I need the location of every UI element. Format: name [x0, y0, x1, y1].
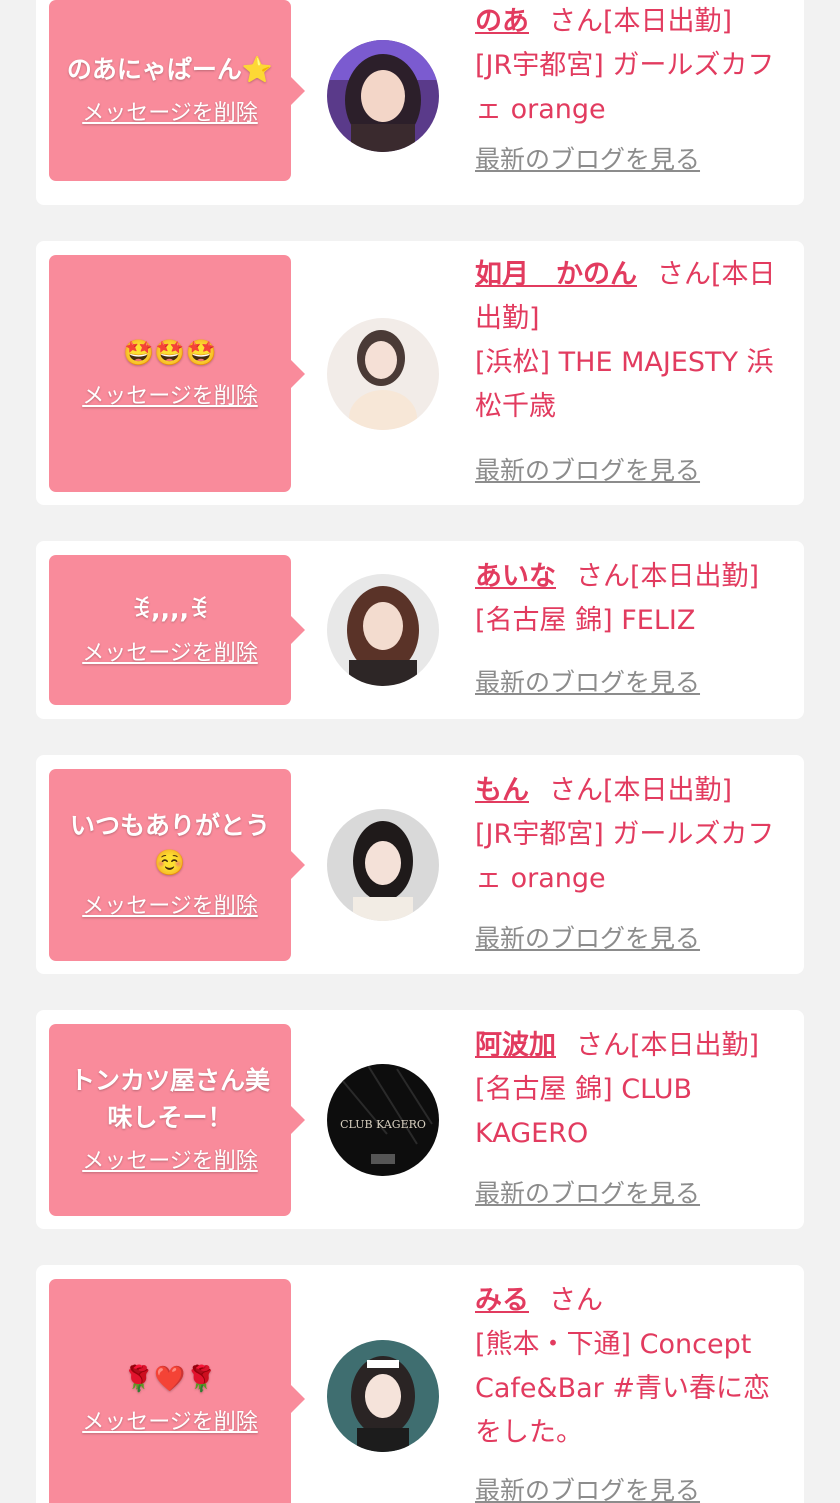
cast-name-link[interactable]: もん	[475, 775, 529, 806]
latest-blog-link[interactable]: 最新のブログを見る	[475, 142, 700, 178]
delete-message-link[interactable]: メッセージを削除	[82, 891, 258, 923]
latest-blog-link[interactable]: 最新のブログを見る	[475, 1473, 700, 1503]
cast-info: 阿波加 さん[本日出勤] [名古屋 錦] CLUB KAGERO 最新のブログを見…	[475, 1024, 785, 1216]
cast-status: さん[本日出勤]	[576, 561, 760, 592]
cast-card: いつもありがとう☺️ メッセージを削除 もん さん[本日出勤] [JR宇都宮] ガ…	[36, 755, 804, 974]
shop-name: [浜松] THE MAJESTY 浜松千歳	[475, 347, 774, 422]
shop-name: [熊本・下通] Concept Cafe&Bar #青い春に恋をした。	[475, 1329, 770, 1448]
message-text: のあにゃぱーん⭐	[66, 55, 274, 84]
shop-name: [名古屋 錦] FELIZ	[475, 605, 696, 636]
cast-status: さん[本日出勤]	[549, 6, 733, 37]
avatar[interactable]	[327, 809, 439, 921]
cast-description: あいな さん[本日出勤] [名古屋 錦] FELIZ	[475, 555, 785, 643]
cast-name-link[interactable]: みる	[475, 1285, 529, 1316]
avatar[interactable]	[327, 1340, 439, 1452]
message-text: 🤩🤩🤩	[123, 338, 217, 367]
cast-info: もん さん[本日出勤] [JR宇都宮] ガールズカフェ orange 最新のブログ…	[475, 769, 785, 961]
shop-name: [名古屋 錦] CLUB KAGERO	[475, 1074, 693, 1149]
message-text: いつもありがとう☺️	[69, 811, 270, 877]
avatar-logo-text: CLUB KAGERO	[340, 1118, 426, 1131]
cast-status: さん	[549, 1285, 603, 1316]
cast-status: さん[本日出勤]	[576, 1030, 760, 1061]
cast-description: 阿波加 さん[本日出勤] [名古屋 錦] CLUB KAGERO	[475, 1024, 785, 1156]
favorites-list: のあにゃぱーん⭐ メッセージを削除 のあ さん[本日出勤] [JR宇都宮] ガール…	[0, 0, 840, 1503]
message-bubble: のあにゃぱーん⭐ メッセージを削除	[49, 0, 305, 181]
cast-info: のあ さん[本日出勤] [JR宇都宮] ガールズカフェ orange 最新のブログ…	[475, 0, 785, 190]
cast-status: さん[本日出勤]	[549, 775, 733, 806]
latest-blog-link[interactable]: 最新のブログを見る	[475, 1176, 700, 1212]
message-bubble: トンカツ屋さん美味しそー！ メッセージを削除	[49, 1024, 305, 1216]
cast-description: もん さん[本日出勤] [JR宇都宮] ガールズカフェ orange	[475, 769, 785, 901]
shop-name: [JR宇都宮] ガールズカフェ orange	[475, 819, 775, 894]
cast-card: ꉂ,,,,ꉂ メッセージを削除 あいな さん[本日出勤] [名古屋 錦] FELI…	[36, 541, 804, 719]
message-text: トンカツ屋さん美味しそー！	[69, 1066, 270, 1132]
delete-message-link[interactable]: メッセージを削除	[82, 381, 258, 413]
avatar[interactable]	[327, 40, 439, 152]
delete-message-link[interactable]: メッセージを削除	[82, 98, 258, 130]
message-text: 🌹❤️🌹	[123, 1363, 217, 1393]
shop-name: [JR宇都宮] ガールズカフェ orange	[475, 50, 775, 125]
delete-message-link[interactable]: メッセージを削除	[82, 1407, 258, 1439]
latest-blog-link[interactable]: 最新のブログを見る	[475, 453, 700, 489]
cast-card: 🌹❤️🌹 メッセージを削除 みる さん [熊本・下通] Concept Cafe&…	[36, 1265, 804, 1503]
cast-info: 如月 かのん さん[本日出勤] [浜松] THE MAJESTY 浜松千歳 最新の…	[475, 253, 785, 493]
latest-blog-link[interactable]: 最新のブログを見る	[475, 921, 700, 957]
cast-name-link[interactable]: のあ	[475, 6, 529, 37]
avatar[interactable]: CLUB KAGERO	[327, 1064, 439, 1176]
cast-info: あいな さん[本日出勤] [名古屋 錦] FELIZ 最新のブログを見る	[475, 555, 785, 705]
message-bubble: いつもありがとう☺️ メッセージを削除	[49, 769, 305, 961]
cast-description: 如月 かのん さん[本日出勤] [浜松] THE MAJESTY 浜松千歳	[475, 253, 785, 429]
delete-message-link[interactable]: メッセージを削除	[82, 1146, 258, 1178]
message-bubble: 🌹❤️🌹 メッセージを削除	[49, 1279, 305, 1503]
message-bubble: 🤩🤩🤩 メッセージを削除	[49, 255, 305, 492]
cast-card: のあにゃぱーん⭐ メッセージを削除 のあ さん[本日出勤] [JR宇都宮] ガール…	[36, 0, 804, 205]
cast-card: 🤩🤩🤩 メッセージを削除 如月 かのん さん[本日出勤] [浜松] THE MAJ…	[36, 241, 804, 505]
avatar[interactable]	[327, 574, 439, 686]
cast-description: のあ さん[本日出勤] [JR宇都宮] ガールズカフェ orange	[475, 0, 785, 132]
cast-name-link[interactable]: あいな	[475, 561, 556, 592]
cast-info: みる さん [熊本・下通] Concept Cafe&Bar #青い春に恋をした。…	[475, 1279, 785, 1503]
delete-message-link[interactable]: メッセージを削除	[82, 638, 258, 670]
cast-name-link[interactable]: 如月 かのん	[475, 259, 637, 290]
cast-name-link[interactable]: 阿波加	[475, 1030, 556, 1061]
avatar[interactable]	[327, 318, 439, 430]
latest-blog-link[interactable]: 最新のブログを見る	[475, 665, 700, 701]
message-text: ꉂ,,,,ꉂ	[131, 594, 209, 624]
cast-description: みる さん [熊本・下通] Concept Cafe&Bar #青い春に恋をした。	[475, 1279, 785, 1455]
message-bubble: ꉂ,,,,ꉂ メッセージを削除	[49, 555, 305, 705]
cast-card: トンカツ屋さん美味しそー！ メッセージを削除 CLUB KAGERO 阿波加 さん…	[36, 1010, 804, 1229]
